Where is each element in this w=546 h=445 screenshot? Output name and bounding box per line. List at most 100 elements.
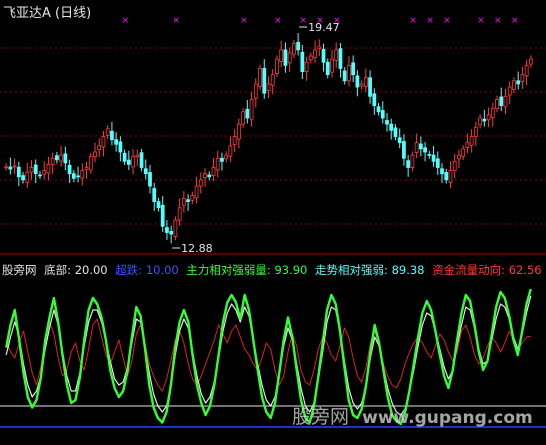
candle-body (490, 108, 495, 118)
candle-body (126, 159, 131, 165)
candle-body (33, 164, 38, 175)
candle-body (203, 173, 207, 178)
candle-body (4, 166, 8, 169)
candle-body (50, 157, 55, 165)
legend-source: 股旁网 (2, 263, 37, 277)
candle-body (270, 74, 275, 86)
candle-body (376, 106, 381, 113)
candle-body (410, 154, 415, 168)
candle-body (368, 77, 372, 97)
candle-body (105, 128, 110, 136)
candle-body (152, 188, 157, 202)
candle-body (275, 58, 279, 74)
candle-body (465, 142, 470, 149)
candle-body (423, 147, 427, 153)
candle-body (473, 126, 478, 137)
candle-body (156, 201, 161, 209)
candle-body (181, 198, 186, 206)
candle-body (330, 58, 334, 73)
candle-body (380, 110, 385, 119)
low-price-label: 12.88 (181, 242, 213, 255)
candle-body (342, 70, 347, 82)
legend-trend-value: 89.38 (391, 263, 425, 277)
legend-trend-label: 走势相对强弱: (315, 263, 388, 277)
candle-body (93, 151, 97, 158)
candle-body (363, 77, 368, 87)
candle-body (38, 174, 42, 177)
candle-body (283, 49, 288, 66)
candle-body (397, 137, 402, 144)
candle-body (321, 48, 326, 63)
chart-canvas: × × × × × × × × × × × × × 19.47 12.88 (0, 16, 546, 428)
legend-bottom-value: 20.00 (74, 263, 108, 277)
candle-body (131, 156, 135, 168)
candle-body (258, 68, 262, 87)
candle-body (63, 153, 68, 164)
candle-body (478, 117, 482, 126)
signal-mark: × (409, 16, 417, 26)
candle-body (160, 204, 165, 227)
legend-super-value: 10.00 (145, 263, 179, 277)
signal-mark: × (426, 16, 434, 26)
candle-body (211, 167, 216, 176)
legend-super-label: 超跌: (115, 263, 143, 277)
candle-body (520, 74, 525, 82)
candle-body (122, 152, 127, 162)
candle-body (359, 83, 364, 87)
legend-bottom-label: 底部: (44, 263, 72, 277)
candle-body (444, 172, 449, 181)
candle-body (25, 171, 30, 183)
candle-body (8, 166, 13, 170)
candle-body (427, 154, 432, 156)
candle-body (76, 175, 80, 178)
signal-mark: × (299, 16, 307, 26)
candle-body (435, 158, 440, 168)
watermark-url: www.gupang.com (362, 408, 533, 428)
candle-body (173, 219, 178, 237)
signal-mark: × (477, 16, 485, 26)
indicator-legend: 股旁网 底部: 20.00 超跌: 10.00 主力相对强弱量: 93.90 走… (2, 262, 546, 278)
candle-body (266, 83, 271, 92)
candle-body (393, 127, 398, 137)
legend-main-label: 主力相对强弱量: (186, 263, 271, 277)
candle-body (482, 118, 487, 122)
candle-body (389, 123, 394, 131)
watermark-cn: 股旁网 (292, 406, 350, 428)
candle-body (385, 120, 389, 125)
candle-body (292, 43, 296, 55)
candle-body (198, 179, 203, 187)
candle-body (372, 93, 377, 106)
candle-body (457, 154, 461, 160)
candle-body (59, 154, 64, 162)
candle-body (139, 152, 144, 168)
candle-body (67, 164, 72, 175)
candle-body (279, 49, 284, 63)
candle-body (71, 173, 76, 179)
candle-body (46, 164, 51, 174)
candle-body (461, 148, 466, 157)
candle-body (88, 156, 93, 171)
candle-body (516, 80, 521, 85)
legend-flow-label: 资金流量动向: (432, 263, 506, 277)
candle-body (503, 95, 508, 108)
signal-mark: × (274, 16, 282, 26)
candle-body (169, 230, 174, 235)
legend-main-value: 93.90 (274, 263, 308, 277)
candle-body (486, 114, 491, 121)
signal-mark: × (443, 16, 451, 26)
candlestick-series (4, 33, 533, 244)
candle-body (101, 136, 106, 148)
candle-body (418, 143, 423, 150)
candle-body (296, 42, 301, 51)
candle-body (287, 52, 292, 64)
candle-body (304, 61, 309, 72)
candle-body (12, 165, 17, 168)
candle-body (495, 98, 499, 110)
candle-body (177, 207, 182, 221)
candle-body (355, 75, 360, 88)
signal-mark: × (511, 16, 519, 26)
candle-body (143, 168, 148, 175)
candle-body (186, 199, 190, 202)
candle-body (406, 160, 411, 168)
candle-body (440, 168, 444, 175)
